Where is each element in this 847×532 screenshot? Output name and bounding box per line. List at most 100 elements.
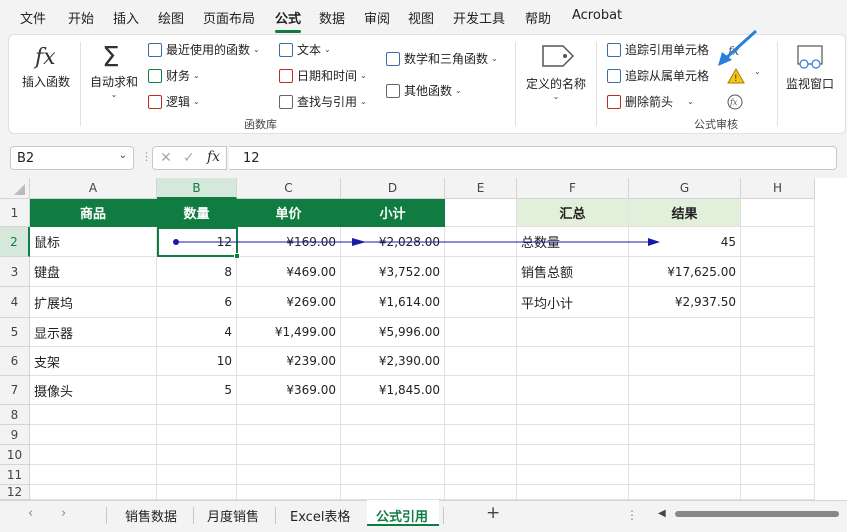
grid-cell[interactable]	[445, 376, 517, 405]
grid-cell[interactable]	[445, 405, 517, 425]
grid-cell[interactable]	[30, 425, 157, 445]
grid-cell[interactable]	[517, 465, 629, 485]
menu-acrobat[interactable]: Acrobat	[572, 8, 622, 23]
row-header-12[interactable]: 12	[0, 485, 30, 500]
grid-cell[interactable]	[445, 465, 517, 485]
row-header-7[interactable]: 7	[0, 376, 30, 405]
lookup-button[interactable]: 查找与引用 ⌄	[279, 93, 367, 110]
menu-review[interactable]: 审阅	[364, 8, 390, 27]
grid-cell[interactable]	[445, 318, 517, 347]
grid-cell[interactable]	[237, 445, 341, 465]
grid-cell[interactable]	[237, 485, 341, 500]
grid-cell[interactable]	[629, 405, 741, 425]
row-header-5[interactable]: 5	[0, 318, 30, 347]
tab-excel-table[interactable]: Excel表格	[290, 506, 350, 525]
table-cell[interactable]: ¥2,390.00	[341, 347, 445, 376]
grid-cell[interactable]	[341, 445, 445, 465]
next-sheet-icon[interactable]: ›	[61, 506, 66, 521]
menu-developer[interactable]: 开发工具	[453, 8, 505, 27]
table-cell[interactable]: ¥1,499.00	[237, 318, 341, 347]
grid-cell[interactable]	[517, 318, 629, 347]
autosum-button[interactable]: Σ 自动求和 ⌄	[86, 40, 142, 110]
table-cell[interactable]: 4	[157, 318, 237, 347]
table-cell[interactable]: ¥3,752.00	[341, 257, 445, 287]
grid-cell[interactable]	[629, 318, 741, 347]
summary-cell[interactable]: ¥17,625.00	[629, 257, 741, 287]
table-cell[interactable]: 键盘	[30, 257, 157, 287]
column-header-h[interactable]: H	[741, 178, 815, 199]
row-header-10[interactable]: 10	[0, 445, 30, 465]
menu-data[interactable]: 数据	[319, 8, 345, 27]
table-cell[interactable]: ¥5,996.00	[341, 318, 445, 347]
menu-view[interactable]: 视图	[408, 8, 434, 27]
table-cell[interactable]: 扩展坞	[30, 287, 157, 318]
text-functions-button[interactable]: 文本 ⌄	[279, 41, 331, 58]
grid-cell[interactable]	[517, 376, 629, 405]
table-cell[interactable]: 10	[157, 347, 237, 376]
grid-cell[interactable]	[341, 465, 445, 485]
column-header-g[interactable]: G	[629, 178, 741, 199]
add-sheet-icon[interactable]: +	[486, 503, 500, 523]
menu-file[interactable]: 文件	[20, 8, 46, 27]
table-header-cell[interactable]: 单价	[237, 199, 341, 227]
column-header-c[interactable]: C	[237, 178, 341, 199]
grid-cell[interactable]	[517, 405, 629, 425]
table-cell[interactable]: 6	[157, 287, 237, 318]
grid-cell[interactable]	[629, 376, 741, 405]
grid-cell[interactable]	[517, 485, 629, 500]
table-cell[interactable]: ¥369.00	[237, 376, 341, 405]
watch-window-button[interactable]: 监视窗口	[782, 40, 838, 100]
grid-cell[interactable]	[341, 405, 445, 425]
menu-page-layout[interactable]: 页面布局	[203, 8, 255, 27]
summary-header-cell[interactable]: 结果	[629, 199, 741, 227]
grid-cell[interactable]	[517, 347, 629, 376]
tab-scroll-more-icon[interactable]: ⋮	[626, 508, 638, 522]
table-cell[interactable]: ¥269.00	[237, 287, 341, 318]
menu-draw[interactable]: 绘图	[158, 8, 184, 27]
grid-cell[interactable]	[445, 257, 517, 287]
summary-cell[interactable]: ¥2,937.50	[629, 287, 741, 318]
grid-cell[interactable]	[157, 465, 237, 485]
insert-function-button[interactable]: fx 插入函数	[18, 40, 74, 96]
row-header-4[interactable]: 4	[0, 287, 30, 318]
logical-button[interactable]: 逻辑 ⌄	[148, 93, 200, 110]
grid-cell[interactable]	[629, 445, 741, 465]
grid-cell[interactable]	[341, 425, 445, 445]
recent-functions-button[interactable]: 最近使用的函数 ⌄	[148, 41, 260, 58]
tab-sales-data[interactable]: 销售数据	[125, 506, 177, 525]
column-header-e[interactable]: E	[445, 178, 517, 199]
grid-cell[interactable]	[30, 485, 157, 500]
grid-cell[interactable]	[629, 425, 741, 445]
grid-cell[interactable]	[157, 445, 237, 465]
grid-cell[interactable]	[30, 405, 157, 425]
grid-cell[interactable]	[237, 465, 341, 485]
grid-cell[interactable]	[445, 445, 517, 465]
table-cell[interactable]: 鼠标	[30, 227, 157, 257]
datetime-button[interactable]: 日期和时间 ⌄	[279, 67, 367, 84]
cancel-icon[interactable]: ✕	[160, 150, 172, 166]
summary-header-cell[interactable]: 汇总	[517, 199, 629, 227]
row-header-9[interactable]: 9	[0, 425, 30, 445]
grid-cell[interactable]	[517, 425, 629, 445]
table-cell[interactable]: ¥469.00	[237, 257, 341, 287]
grid-cell[interactable]	[629, 485, 741, 500]
fill-handle[interactable]	[234, 253, 240, 259]
grid-cell[interactable]	[629, 465, 741, 485]
enter-icon[interactable]: ✓	[183, 150, 195, 166]
grid-cell[interactable]	[741, 485, 815, 500]
table-cell[interactable]: 显示器	[30, 318, 157, 347]
grid-cell[interactable]	[741, 405, 815, 425]
trace-precedents-button[interactable]: 追踪引用单元格	[607, 41, 709, 58]
summary-cell[interactable]: 销售总额	[517, 257, 629, 287]
horizontal-scrollbar[interactable]	[675, 511, 839, 517]
name-box[interactable]: B2 ⌄	[10, 146, 134, 170]
column-header-a[interactable]: A	[30, 178, 157, 199]
grid-cell[interactable]	[741, 227, 815, 257]
table-cell[interactable]: 支架	[30, 347, 157, 376]
row-header-2[interactable]: 2	[0, 227, 30, 257]
grid-cell[interactable]	[445, 287, 517, 318]
grid-cell[interactable]	[741, 199, 815, 227]
formula-input[interactable]: 12	[229, 146, 837, 170]
grid-cell[interactable]	[30, 445, 157, 465]
tab-monthly-sales[interactable]: 月度销售	[207, 506, 259, 525]
